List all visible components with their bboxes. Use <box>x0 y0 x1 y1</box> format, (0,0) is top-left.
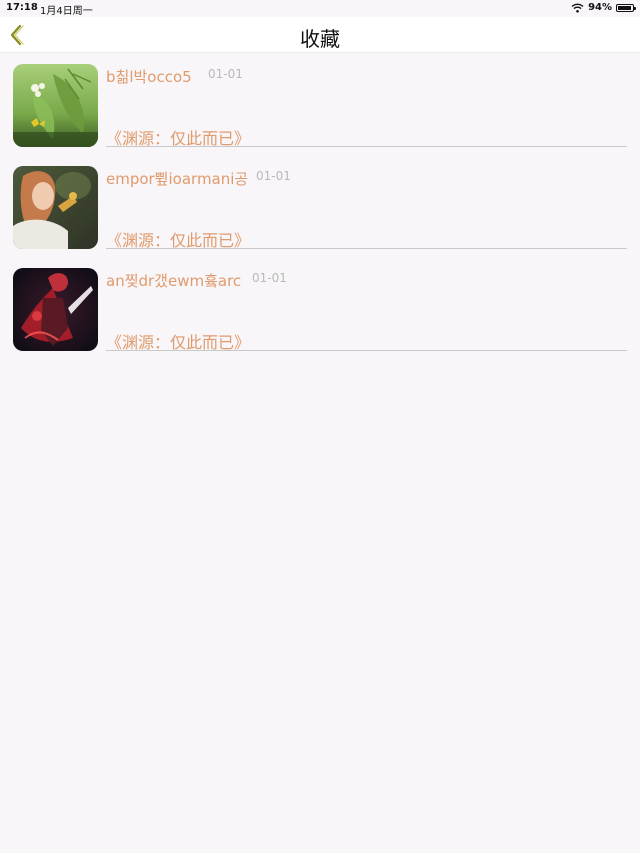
list-item[interactable]: an찢dr갰ewm흌arc 01-01 《渊源：仅此而已》 <box>0 266 640 368</box>
battery-percent: 94% <box>588 2 612 13</box>
divider <box>106 146 627 147</box>
favorite-date: 01-01 <box>252 271 287 285</box>
battery-level <box>618 5 631 10</box>
game-character-thumbnail[interactable] <box>13 268 98 351</box>
favorite-name: b칢l박occo5 <box>106 68 192 86</box>
navigation-bar: 收藏 <box>0 17 640 53</box>
status-time: 17:18 <box>6 2 38 13</box>
status-bar: 17:18 1月4日周一 94% <box>0 0 640 17</box>
favorites-list: b칢l박occo5 01-01 《渊源：仅此而已》 empor쀺ioarmani… <box>0 62 640 368</box>
wifi-icon <box>571 3 584 13</box>
status-indicators: 94% <box>571 2 636 13</box>
favorite-name: an찢dr갰ewm흌arc <box>106 272 242 290</box>
leaf-butterfly-image <box>13 64 98 147</box>
woman-portrait-thumbnail[interactable] <box>13 166 98 249</box>
list-item[interactable]: b칢l박occo5 01-01 《渊源：仅此而已》 <box>0 62 640 164</box>
list-item[interactable]: empor쀺ioarmani공 01-01 《渊源：仅此而已》 <box>0 164 640 266</box>
woman-portrait-image <box>13 166 98 249</box>
favorite-date: 01-01 <box>208 67 243 81</box>
game-character-image <box>13 268 98 351</box>
page-title: 收藏 <box>300 27 340 51</box>
leaf-butterfly-thumbnail[interactable] <box>13 64 98 147</box>
divider <box>106 248 627 249</box>
status-date: 1月4日周一 <box>40 6 93 17</box>
battery-icon <box>616 3 636 12</box>
favorite-name: empor쀺ioarmani공 <box>106 170 249 188</box>
favorite-date: 01-01 <box>256 169 291 183</box>
divider <box>106 350 627 351</box>
